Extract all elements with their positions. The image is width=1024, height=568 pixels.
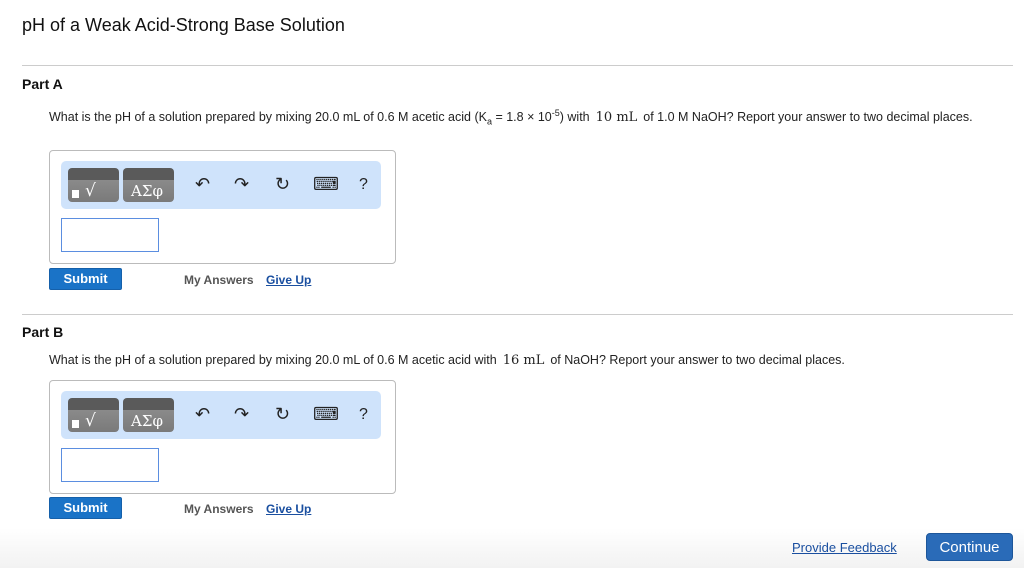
q-text: of 1.0 M NaOH? Report your answer to two… bbox=[643, 110, 973, 125]
redo-icon[interactable]: ↷ bbox=[234, 404, 249, 425]
submit-button[interactable]: Submit bbox=[49, 268, 122, 290]
q-text: What is the pH of a solution prepared by… bbox=[49, 353, 497, 367]
greek-icon: ΑΣφ bbox=[131, 412, 163, 430]
greek-icon: ΑΣφ bbox=[131, 182, 163, 200]
root-icon: √ bbox=[85, 181, 96, 201]
reset-icon[interactable]: ↻ bbox=[275, 404, 290, 425]
keyboard-icon[interactable]: ⌨ bbox=[313, 174, 339, 195]
q-text: What is the pH of a solution prepared by… bbox=[49, 110, 487, 125]
square-icon bbox=[72, 190, 79, 198]
answer-input[interactable] bbox=[61, 218, 159, 252]
keyboard-icon[interactable]: ⌨ bbox=[313, 404, 339, 425]
divider bbox=[22, 314, 1013, 315]
root-icon: √ bbox=[85, 411, 96, 431]
templates-button[interactable]: √ bbox=[68, 398, 119, 432]
math-toolbar: √ ΑΣφ ↶ ↷ ↻ ⌨ ? bbox=[61, 161, 381, 209]
help-icon[interactable]: ? bbox=[359, 406, 368, 424]
part-b-label: Part B bbox=[22, 324, 64, 340]
my-answers-link[interactable]: My Answers bbox=[184, 273, 254, 287]
greek-symbols-button[interactable]: ΑΣφ bbox=[123, 398, 174, 432]
part-b-question: What is the pH of a solution prepared by… bbox=[49, 351, 1009, 370]
q-math: 16 mL bbox=[502, 353, 545, 368]
provide-feedback-link[interactable]: Provide Feedback bbox=[792, 540, 897, 555]
submit-button[interactable]: Submit bbox=[49, 497, 122, 519]
math-toolbar: √ ΑΣφ ↶ ↷ ↻ ⌨ ? bbox=[61, 391, 381, 439]
part-a-question: What is the pH of a solution prepared by… bbox=[49, 104, 1009, 131]
q-text: = 1.8 × 10 bbox=[491, 110, 552, 125]
continue-button[interactable]: Continue bbox=[926, 533, 1013, 561]
templates-button[interactable]: √ bbox=[68, 168, 119, 202]
give-up-link[interactable]: Give Up bbox=[266, 273, 311, 287]
part-a-label: Part A bbox=[22, 76, 63, 92]
help-icon[interactable]: ? bbox=[359, 176, 368, 194]
undo-icon[interactable]: ↶ bbox=[195, 404, 210, 425]
answer-input[interactable] bbox=[61, 448, 159, 482]
redo-icon[interactable]: ↷ bbox=[234, 174, 249, 195]
q-text: ) with bbox=[559, 110, 590, 125]
reset-icon[interactable]: ↻ bbox=[275, 174, 290, 195]
q-text: of NaOH? Report your answer to two decim… bbox=[550, 353, 845, 367]
part-b-answer-box: √ ΑΣφ ↶ ↷ ↻ ⌨ ? bbox=[49, 380, 396, 494]
undo-icon[interactable]: ↶ bbox=[195, 174, 210, 195]
q-math: 10 mL bbox=[595, 110, 638, 126]
q-sup: -5 bbox=[551, 108, 560, 118]
greek-symbols-button[interactable]: ΑΣφ bbox=[123, 168, 174, 202]
square-icon bbox=[72, 420, 79, 428]
give-up-link[interactable]: Give Up bbox=[266, 502, 311, 516]
divider bbox=[22, 65, 1013, 66]
my-answers-link[interactable]: My Answers bbox=[184, 502, 254, 516]
page-title: pH of a Weak Acid-Strong Base Solution bbox=[22, 15, 345, 35]
part-a-answer-box: √ ΑΣφ ↶ ↷ ↻ ⌨ ? bbox=[49, 150, 396, 264]
